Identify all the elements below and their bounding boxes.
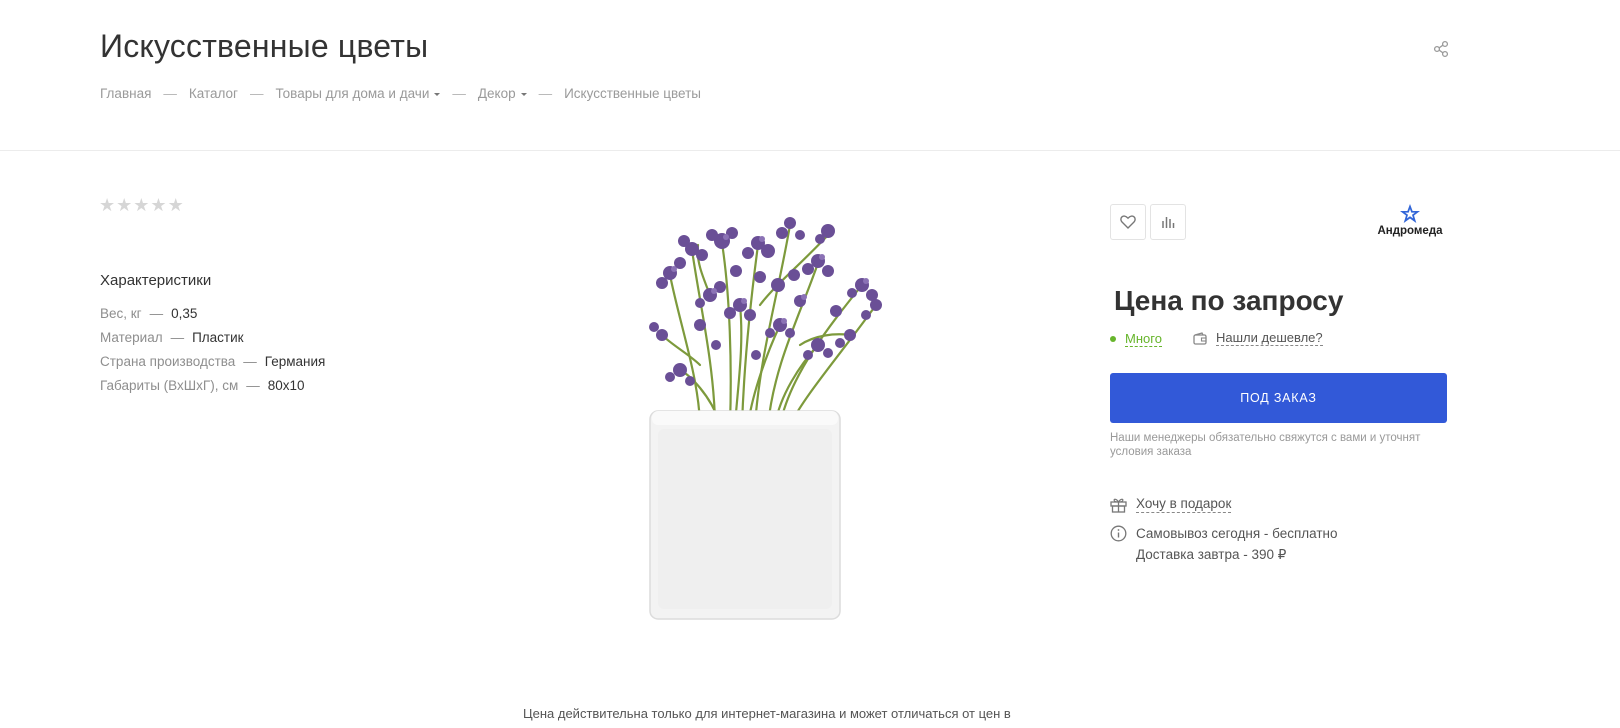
bar-chart-icon [1162, 217, 1175, 228]
star-icon[interactable]: ★ [150, 196, 166, 214]
page-header: Искусственные цветы Главная — Каталог — … [0, 0, 1620, 151]
spec-value: 80x10 [267, 378, 305, 393]
spec-separator: — [149, 306, 164, 321]
add-to-compare-button[interactable] [1150, 204, 1186, 240]
breadcrumb-item-catalog[interactable]: Каталог [189, 86, 238, 101]
delivery-info: Самовывоз сегодня - бесплатно Доставка з… [1110, 525, 1338, 565]
breadcrumb-item-decor[interactable]: Декор [478, 86, 527, 101]
breadcrumb-separator: — [452, 86, 466, 101]
spec-separator: — [246, 378, 260, 393]
breadcrumb-separator: — [249, 86, 264, 101]
spec-row: Габариты (ВхШхГ), см — 80x10 [100, 378, 305, 393]
breadcrumb-separator: — [163, 86, 177, 101]
star-icon[interactable]: ★ [168, 196, 184, 214]
caret-down-icon [520, 92, 527, 96]
page-title: Искусственные цветы [100, 28, 429, 64]
pickup-text: Самовывоз сегодня - бесплатно [1136, 526, 1338, 541]
found-cheaper-label: Нашли дешевле? [1216, 330, 1323, 346]
price-label: Цена по запросу [1114, 285, 1344, 316]
spec-value: 0,35 [171, 306, 198, 321]
stock-link[interactable]: Много [1125, 331, 1162, 347]
spec-name: Страна производства [100, 354, 236, 369]
share-icon [1433, 40, 1449, 58]
breadcrumb-item-home[interactable]: Главная [100, 86, 151, 101]
stock-dot-icon [1110, 336, 1116, 342]
gift-label: Хочу в подарок [1136, 496, 1232, 513]
rating-stars: ★ ★ ★ ★ ★ [99, 196, 185, 214]
star-icon[interactable]: ★ [116, 196, 132, 214]
breadcrumb-item-home-garden[interactable]: Товары для дома и дачи [275, 86, 441, 101]
breadcrumb-item-current: Искусственные цветы [564, 86, 701, 101]
stock-status: Много [1110, 331, 1162, 347]
share-button[interactable] [1432, 40, 1452, 60]
spec-row: Материал — Пластик [100, 330, 244, 345]
spec-value: Германия [264, 354, 326, 369]
star-logo-icon [1400, 204, 1420, 223]
info-icon [1110, 525, 1127, 542]
brand-logo[interactable]: Андромеда [1372, 204, 1448, 244]
spec-name: Габариты (ВхШхГ), см [100, 378, 239, 393]
spec-name: Материал [100, 330, 163, 345]
spec-name: Вес, кг [100, 306, 142, 321]
star-icon[interactable]: ★ [133, 196, 149, 214]
spec-row: Вес, кг — 0,35 [100, 306, 197, 321]
brand-name: Андромеда [1377, 225, 1443, 237]
spec-row: Страна производства — Германия [100, 354, 325, 369]
spec-separator: — [170, 330, 185, 345]
heart-icon [1120, 215, 1136, 229]
gift-icon [1110, 498, 1127, 513]
breadcrumb-separator: — [538, 86, 553, 101]
delivery-lines: Самовывоз сегодня - бесплатно Доставка з… [1136, 523, 1338, 565]
specs-title: Характеристики [100, 272, 212, 289]
caret-down-icon [434, 92, 441, 96]
spec-value: Пластик [192, 330, 244, 345]
delivery-text: Доставка завтра - 390 ₽ [1136, 547, 1287, 562]
order-button[interactable]: Под заказ [1110, 373, 1447, 423]
product-image[interactable] [640, 205, 920, 635]
star-icon[interactable]: ★ [99, 196, 115, 214]
gift-link[interactable]: Хочу в подарок [1110, 496, 1232, 513]
order-note: Наши менеджеры обязательно свяжутся с ва… [1110, 432, 1421, 458]
spec-separator: — [243, 354, 257, 369]
breadcrumb: Главная — Каталог — Товары для дома и да… [100, 86, 701, 101]
add-to-favorites-button[interactable] [1110, 204, 1146, 240]
price-disclaimer: Цена действительна только для интернет-м… [523, 706, 1011, 721]
wallet-icon [1193, 331, 1207, 345]
found-cheaper-link[interactable]: Нашли дешевле? [1193, 330, 1323, 346]
